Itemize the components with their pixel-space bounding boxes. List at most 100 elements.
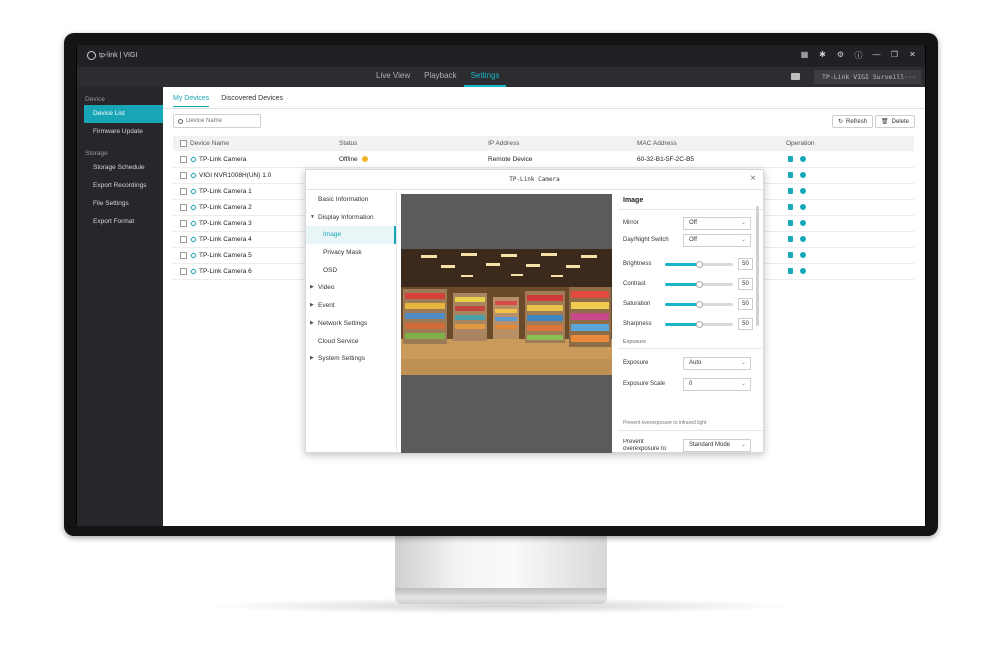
row-checkbox[interactable] xyxy=(180,156,187,163)
delete-button[interactable]: 🗑 Delete xyxy=(875,115,915,128)
close-icon[interactable]: × xyxy=(750,173,756,184)
caret-right-icon: ▶ xyxy=(310,302,314,309)
edit-icon[interactable] xyxy=(788,172,793,178)
row-checkbox[interactable] xyxy=(180,204,187,211)
monitor-base xyxy=(395,588,607,604)
sidebar-group-storage: Storage xyxy=(85,150,108,157)
table-row[interactable]: TP-Link Camera Offline Remote Device 60-… xyxy=(173,152,914,168)
chevron-down-icon: ⌄ xyxy=(740,220,746,226)
dialog-title: TP-Link Camera xyxy=(306,170,763,190)
sidebar-item-firmware-update[interactable]: Firmware Update xyxy=(77,123,163,141)
sidebar-item-export-recordings[interactable]: Export Recordings xyxy=(77,177,163,195)
contrast-value[interactable]: 50 xyxy=(738,278,753,290)
nav-privacy-mask[interactable]: Privacy Mask xyxy=(306,244,396,262)
tab-live-view[interactable]: Live View xyxy=(369,67,417,87)
camera-image xyxy=(401,249,612,375)
refresh-button[interactable]: ↻ Refresh xyxy=(832,115,874,128)
search-box[interactable] xyxy=(173,114,261,128)
nav-osd[interactable]: OSD xyxy=(306,262,396,280)
sidebar-item-file-settings[interactable]: File Settings xyxy=(77,195,163,213)
mirror-select[interactable]: Off ⌄ xyxy=(683,217,751,230)
nav-cloud-service[interactable]: Cloud Service xyxy=(306,333,396,351)
row-checkbox[interactable] xyxy=(180,236,187,243)
trash-icon: 🗑 xyxy=(881,119,889,125)
camera-settings-dialog: TP-Link Camera × Basic Information ▼ Disp… xyxy=(305,169,764,453)
refresh-label: Refresh xyxy=(846,118,868,125)
close-icon[interactable]: ✕ xyxy=(908,50,917,61)
edit-icon[interactable] xyxy=(788,236,793,242)
grid-icon[interactable]: ▦ xyxy=(800,50,809,61)
nav-network-settings[interactable]: ▶ Network Settings xyxy=(306,315,396,333)
sidebar-group-device: Device xyxy=(85,96,105,103)
edit-icon[interactable] xyxy=(788,220,793,226)
row-checkbox[interactable] xyxy=(180,220,187,227)
exposure-section-title: Exposure xyxy=(623,339,647,345)
exposure-select[interactable]: Auto ⌄ xyxy=(683,357,751,370)
nav-image[interactable]: Image xyxy=(306,226,396,245)
row-checkbox[interactable] xyxy=(180,172,187,179)
nav-label: Event xyxy=(318,302,335,310)
edit-icon[interactable] xyxy=(788,204,793,210)
saturation-slider[interactable] xyxy=(665,301,733,308)
nav-display-information[interactable]: ▼ Display Information xyxy=(306,209,396,227)
settings-icon[interactable] xyxy=(800,204,806,210)
settings-icon[interactable] xyxy=(800,220,806,226)
device-name: TP-Link Camera 1 xyxy=(199,188,252,195)
scrollbar[interactable] xyxy=(756,206,759,326)
edit-icon[interactable] xyxy=(788,156,793,162)
device-name: TP-Link Camera 6 xyxy=(199,268,252,275)
subtab-discovered-devices[interactable]: Discovered Devices xyxy=(221,95,283,107)
info-icon[interactable]: ⓘ xyxy=(854,50,863,61)
row-checkbox[interactable] xyxy=(180,252,187,259)
folder-icon[interactable] xyxy=(791,73,800,80)
subtab-my-devices[interactable]: My Devices xyxy=(173,95,210,107)
contrast-slider[interactable] xyxy=(665,281,733,288)
settings-icon[interactable] xyxy=(800,172,806,178)
nav-event[interactable]: ▶ Event xyxy=(306,297,396,315)
edit-icon[interactable] xyxy=(788,268,793,274)
sidebar-item-export-format[interactable]: Export Format xyxy=(77,213,163,231)
slider-handle[interactable] xyxy=(696,321,703,328)
nav-basic-information[interactable]: Basic Information xyxy=(306,191,396,209)
sharpness-slider[interactable] xyxy=(665,321,733,328)
minimize-icon[interactable]: — xyxy=(872,50,881,61)
nav-video[interactable]: ▶ Video xyxy=(306,279,396,297)
edit-icon[interactable] xyxy=(788,252,793,258)
row-checkbox[interactable] xyxy=(180,268,187,275)
gear-icon[interactable]: ⚙ xyxy=(836,50,845,61)
tab-settings[interactable]: Settings xyxy=(463,67,507,87)
divider xyxy=(618,430,763,431)
device-mac: 60-32-B1-5F-2C-B5 xyxy=(637,156,695,163)
nvr-select[interactable]: TP-Link VIGI Surveill··· xyxy=(814,70,921,84)
sidebar-item-device-list[interactable]: Device List xyxy=(84,105,163,123)
search-input[interactable] xyxy=(186,118,256,124)
search-icon xyxy=(178,118,183,124)
settings-icon[interactable]: ✱ xyxy=(818,50,827,61)
select-all-checkbox[interactable] xyxy=(180,140,187,147)
sharpness-value[interactable]: 50 xyxy=(738,318,753,330)
chevron-down-icon: ⌄ xyxy=(740,381,746,387)
row-checkbox[interactable] xyxy=(180,188,187,195)
sidebar-item-storage-schedule[interactable]: Storage Schedule xyxy=(77,159,163,177)
restore-icon[interactable]: ❐ xyxy=(890,50,899,61)
brightness-value[interactable]: 50 xyxy=(738,258,753,270)
slider-handle[interactable] xyxy=(696,281,703,288)
slider-handle[interactable] xyxy=(696,261,703,268)
brightness-slider[interactable] xyxy=(665,261,733,268)
slider-handle[interactable] xyxy=(696,301,703,308)
settings-icon[interactable] xyxy=(800,236,806,242)
tab-playback[interactable]: Playback xyxy=(417,67,463,87)
settings-icon[interactable] xyxy=(800,252,806,258)
nav-system-settings[interactable]: ▶ System Settings xyxy=(306,350,396,368)
prevent-row: Prevent overexposure to infrared light S… xyxy=(623,439,753,453)
settings-icon[interactable] xyxy=(800,188,806,194)
daynight-select[interactable]: Off ⌄ xyxy=(683,234,751,247)
saturation-value[interactable]: 50 xyxy=(738,298,753,310)
device-name: TP-Link Camera 2 xyxy=(199,204,252,211)
prevent-select[interactable]: Standard Mode ⌄ xyxy=(683,439,751,452)
edit-icon[interactable] xyxy=(788,188,793,194)
nav-label: System Settings xyxy=(318,355,365,363)
settings-icon[interactable] xyxy=(800,268,806,274)
settings-icon[interactable] xyxy=(800,156,806,162)
exposure-scale-select[interactable]: 0 ⌄ xyxy=(683,378,751,391)
